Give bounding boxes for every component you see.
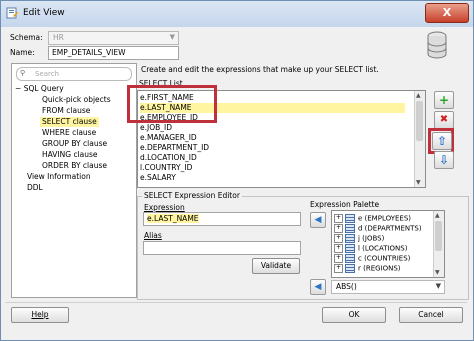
search-placeholder: Search [35,70,60,78]
expression-editor-title: SELECT Expression Editor [142,191,242,200]
expression-palette-list[interactable]: + e (EMPLOYEES) + d (DEPARTMENTS) + j (JOBS… [331,210,445,278]
palette-item-label: d (DEPARTMENTS) [358,224,422,233]
schema-label: Schema: [10,33,43,42]
list-item[interactable]: l.COUNTRY_ID [140,163,405,173]
title-bar: Edit View X [1,1,473,27]
close-icon: X [442,6,452,19]
palette-scrollbar[interactable]: ▲ ▼ [433,211,444,277]
scroll-thumb[interactable] [416,101,423,141]
delete-icon: ✖ [439,114,449,125]
palette-item[interactable]: + j (JOBS) [334,234,384,243]
expression-value: e.LAST_NAME [147,214,199,223]
palette-item[interactable]: + e (EMPLOYEES) [334,214,411,223]
palette-item-label: l (LOCATIONS) [358,244,408,253]
tree-item-from-clause[interactable]: FROM clause [42,106,90,116]
schema-value: HR [53,33,64,42]
collapse-icon[interactable]: − [15,84,21,93]
tree-item-sql-query[interactable]: − SQL Query [15,84,64,94]
insert-function-button[interactable]: ◀ [310,279,326,295]
name-input[interactable]: EMP_DETAILS_VIEW [48,46,179,60]
edit-view-dialog: Edit View X Schema: HR ▼ Name: EMP_DETAI… [0,0,474,341]
chevron-down-icon: ▼ [169,33,175,41]
tree-item-quick-pick[interactable]: Quick-pick objects [42,95,111,105]
tree-label: SQL Query [23,84,64,93]
table-icon [345,224,355,233]
list-scrollbar[interactable]: ▲ ▼ [414,91,425,187]
search-input[interactable]: ⚲ Search [16,67,132,81]
insert-button[interactable]: ◀ [310,212,326,228]
alias-label: Alias [144,231,162,240]
footer-divider [5,302,467,303]
navigation-panel: ⚲ Search − SQL Query Quick-pick objects … [11,63,137,298]
expression-label: Expression [144,203,185,212]
table-icon [345,244,355,253]
tree-item-order-by-clause[interactable]: ORDER BY clause [42,161,107,171]
scroll-up-icon[interactable]: ▲ [435,212,440,219]
function-select[interactable]: ABS() ▼ [331,280,445,294]
remove-button[interactable]: ✖ [434,111,454,129]
scroll-down-icon[interactable]: ▼ [416,179,421,186]
tree-item-where-clause[interactable]: WHERE clause [42,128,96,138]
scroll-up-icon[interactable]: ▲ [416,92,421,99]
list-item[interactable]: e.DEPARTMENT_ID [140,143,405,153]
cancel-button[interactable]: Cancel [399,307,463,323]
list-item[interactable]: d.LOCATION_ID [140,153,405,163]
tree-item-having-clause[interactable]: HAVING clause [42,150,98,160]
list-item[interactable]: e.JOB_ID [140,123,405,133]
database-icon [427,31,447,59]
arrow-left-icon: ◀ [314,282,322,292]
list-item[interactable]: e.SALARY [140,173,405,183]
plus-icon: + [438,93,450,107]
app-icon [6,7,18,19]
alias-input[interactable] [143,241,301,255]
palette-item-label: j (JOBS) [358,234,385,243]
list-item[interactable]: e.MANAGER_ID [140,133,405,143]
palette-item[interactable]: + d (DEPARTMENTS) [334,224,422,233]
expand-icon[interactable]: + [334,234,343,243]
palette-item-label: r (REGIONS) [358,264,401,273]
palette-item[interactable]: + c (COUNTRIES) [334,254,410,263]
schema-select[interactable]: HR ▼ [48,31,179,45]
palette-item[interactable]: + r (REGIONS) [334,264,401,273]
validate-button[interactable]: Validate [252,258,300,274]
arrow-up-icon: ⇧ [436,134,448,148]
palette-item[interactable]: + l (LOCATIONS) [334,244,407,253]
scroll-thumb[interactable] [435,221,442,251]
tree-item-group-by-clause[interactable]: GROUP BY clause [42,139,107,149]
function-value: ABS() [336,282,357,291]
chevron-down-icon: ▼ [435,282,441,290]
close-button[interactable]: X [425,3,469,23]
highlight-box [127,85,217,123]
move-up-button[interactable]: ⇧ [432,132,452,150]
add-button[interactable]: + [434,91,454,109]
window-title: Edit View [23,8,65,18]
tree-item-select-clause[interactable]: SELECT clause [40,117,99,127]
move-down-button[interactable]: ⇩ [434,151,454,169]
palette-item-label: c (COUNTRIES) [358,254,411,263]
arrow-down-icon: ⇩ [438,153,450,167]
expand-icon[interactable]: + [334,244,343,253]
tree-item-ddl[interactable]: DDL [27,183,43,193]
expand-icon[interactable]: + [334,264,343,273]
palette-title: Expression Palette [310,200,380,209]
palette-item-label: e (EMPLOYEES) [358,214,412,223]
table-icon [345,214,355,223]
expand-icon[interactable]: + [334,224,343,233]
name-label: Name: [10,48,35,57]
scroll-down-icon[interactable]: ▼ [435,269,440,276]
table-icon [345,234,355,243]
help-button[interactable]: Help [11,307,69,323]
expand-icon[interactable]: + [334,214,343,223]
expand-icon[interactable]: + [334,254,343,263]
name-value: EMP_DETAILS_VIEW [52,48,126,57]
ok-button[interactable]: OK [322,307,386,323]
expression-input[interactable]: e.LAST_NAME [143,212,301,226]
tree-item-view-information[interactable]: View Information [27,172,91,182]
arrow-left-icon: ◀ [314,215,322,225]
search-icon: ⚲ [20,69,26,77]
table-icon [345,264,355,273]
table-icon [345,254,355,263]
panel-description: Create and edit the expressions that mak… [141,65,379,74]
